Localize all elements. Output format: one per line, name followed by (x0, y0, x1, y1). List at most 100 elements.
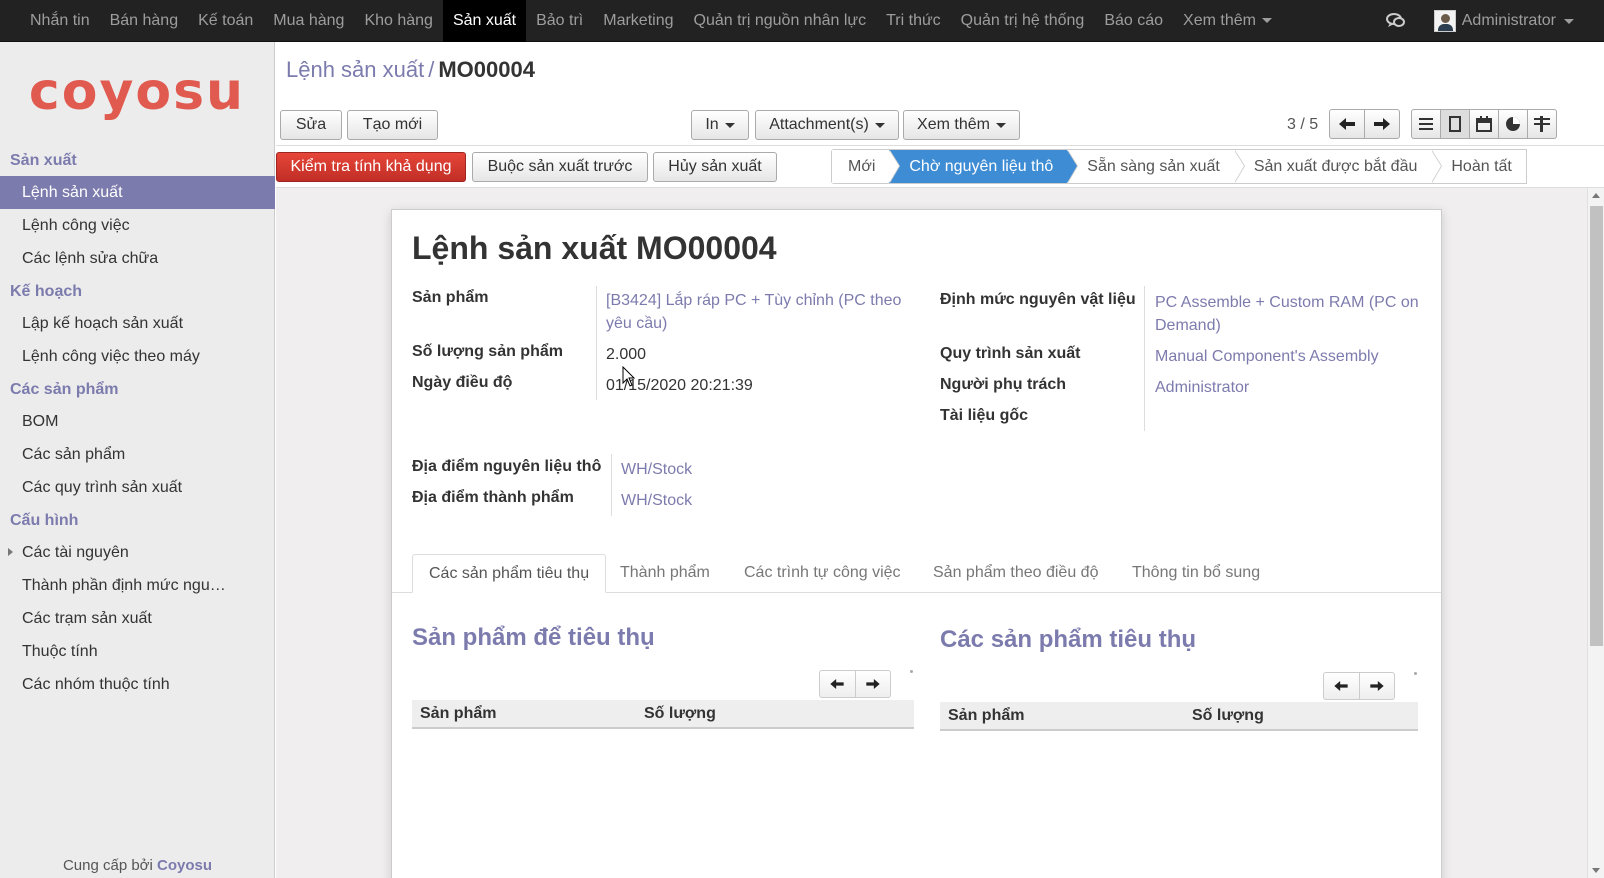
powered-by-brand[interactable]: Coyosu (157, 857, 212, 874)
product-label: Sản phẩm (412, 289, 489, 306)
tab-extra-info[interactable]: Thông tin bổ sung (1116, 554, 1276, 593)
tab-work-orders[interactable]: Các trình tự công việc (728, 554, 917, 593)
logo-text: coyosu (28, 62, 246, 122)
calendar-view-button[interactable] (1469, 109, 1499, 139)
arrow-left-icon (1334, 681, 1348, 691)
tab-scheduled-products[interactable]: Sản phẩm theo điều độ (917, 554, 1114, 593)
menu-reports[interactable]: Báo cáo (1094, 0, 1173, 42)
sidebar-item-attributes[interactable]: Thuộc tính (0, 635, 275, 668)
stage-waiting-materials[interactable]: Chờ nguyên liệu thô (889, 150, 1079, 183)
menu-accounting[interactable]: Kế toán (188, 0, 263, 42)
divider (1144, 286, 1145, 431)
sidebar-item-resources[interactable]: Các tài nguyên (0, 536, 275, 569)
tab-finished-products[interactable]: Thành phẩm (604, 554, 726, 593)
responsible-field[interactable]: Administrator (1155, 376, 1249, 399)
sidebar-item-work-orders[interactable]: Lệnh công việc (0, 209, 275, 242)
pager-next-button[interactable] (1364, 109, 1400, 139)
attachments-dropdown[interactable]: Attachment(s) (755, 110, 899, 140)
sidebar-item-planning[interactable]: Lập kế hoạch sản xuất (0, 307, 275, 340)
chevron-down-icon (724, 122, 735, 128)
form-icon (1449, 116, 1461, 132)
arrow-left-icon (1339, 118, 1355, 130)
stage-new[interactable]: Mới (832, 150, 901, 183)
top-navbar: Nhắn tin Bán hàng Kế toán Mua hàng Kho h… (0, 0, 1604, 42)
sidebar-item-bom-lines[interactable]: Thành phần định mức ngu… (0, 569, 275, 602)
sidebar-item-bom[interactable]: BOM (0, 405, 275, 438)
menu-sales[interactable]: Bán hàng (100, 0, 189, 42)
divider (611, 454, 612, 516)
user-name: Administrator (1461, 12, 1556, 29)
scroll-up-icon[interactable] (1592, 193, 1600, 198)
gantt-view-button[interactable] (1527, 109, 1557, 139)
menu-maintenance[interactable]: Bảo trì (526, 0, 593, 42)
menu-purchase[interactable]: Mua hàng (263, 0, 354, 42)
divider (596, 286, 597, 400)
column-header-product[interactable]: Sản phẩm (412, 700, 636, 727)
logo[interactable]: coyosu (0, 42, 274, 142)
print-dropdown[interactable]: In (691, 110, 749, 140)
menu-messaging[interactable]: Nhắn tin (20, 0, 100, 42)
pager-next-button[interactable] (854, 671, 891, 697)
edit-button[interactable]: Sửa (280, 110, 342, 140)
column-header-product[interactable]: Sản phẩm (940, 702, 1184, 729)
scrollbar-thumb[interactable] (1590, 206, 1603, 646)
page-title: Lệnh sản xuất MO00004 (412, 230, 777, 266)
sidebar-item-attribute-groups[interactable]: Các nhóm thuộc tính (0, 668, 275, 701)
stage-in-progress[interactable]: Sản xuất được bắt đầu (1233, 150, 1442, 183)
list-view-button[interactable] (1411, 109, 1441, 139)
pager-next-button[interactable] (1358, 673, 1395, 699)
pager-value[interactable]: 3 / 5 (1287, 116, 1318, 134)
column-header-quantity[interactable]: Số lượng (1184, 702, 1418, 729)
sidebar-item-routings[interactable]: Các quy trình sản xuất (0, 471, 275, 504)
source-location-field[interactable]: WH/Stock (621, 458, 692, 481)
menu-more[interactable]: Xem thêm (1173, 0, 1282, 42)
menu-knowledge[interactable]: Tri thức (876, 0, 951, 42)
stage-done[interactable]: Hoàn tất (1431, 150, 1526, 183)
force-produce-button[interactable]: Buộc sản xuất trước (472, 152, 648, 182)
avatar (1433, 10, 1456, 32)
menu-manufacturing[interactable]: Sản xuất (442, 0, 527, 42)
destination-location-field[interactable]: WH/Stock (621, 489, 692, 512)
menu-inventory[interactable]: Kho hàng (354, 0, 443, 42)
breadcrumb-current: MO00004 (438, 57, 535, 82)
sidebar-item-products[interactable]: Các sản phẩm (0, 438, 275, 471)
quantity-label: Số lượng sản phẩm (412, 343, 563, 360)
quantity-field[interactable]: 2.000 (606, 343, 646, 366)
notebook-tabs: Các sản phẩm tiêu thụ Thành phẩm Các trì… (392, 554, 1441, 593)
arrow-right-icon (866, 679, 880, 689)
check-availability-button[interactable]: Kiểm tra tính khả dụng (276, 152, 466, 182)
menu-hr[interactable]: Quản trị nguồn nhân lực (684, 0, 877, 42)
user-menu[interactable]: Administrator (1433, 10, 1604, 32)
more-dropdown[interactable]: Xem thêm (903, 110, 1020, 140)
chevron-down-icon (874, 122, 885, 128)
tab-consumed-products[interactable]: Các sản phẩm tiêu thụ (412, 554, 607, 593)
to-consume-title: Sản phẩm để tiêu thụ (412, 624, 655, 651)
column-header-quantity[interactable]: Số lượng (636, 700, 914, 727)
breadcrumb-separator: / (428, 57, 435, 82)
sidebar-item-work-orders-by-machine[interactable]: Lệnh công việc theo máy (0, 340, 275, 373)
scrollbar[interactable] (1587, 188, 1604, 878)
scroll-down-icon[interactable] (1592, 868, 1600, 873)
chat-icon[interactable] (1385, 13, 1406, 29)
consumed-table-header: Sản phẩm Số lượng (940, 702, 1418, 731)
chevron-down-icon (1564, 18, 1574, 24)
sidebar-item-manufacturing-orders[interactable]: Lệnh sản xuất (0, 176, 275, 209)
topbar-right: Administrator (1385, 0, 1604, 42)
breadcrumb-parent[interactable]: Lệnh sản xuất (286, 57, 424, 82)
form-sheet: Lệnh sản xuất MO00004 Sản phẩm [B3424] L… (391, 209, 1442, 878)
menu-settings[interactable]: Quản trị hệ thống (951, 0, 1095, 42)
pager-previous-button[interactable] (1329, 109, 1365, 139)
pivot-view-button[interactable] (1498, 109, 1528, 139)
stage-ready[interactable]: Sẵn sàng sản xuất (1067, 150, 1245, 183)
pager-previous-button[interactable] (1324, 673, 1359, 699)
sidebar-item-repair-orders[interactable]: Các lệnh sửa chữa (0, 242, 275, 275)
create-button[interactable]: Tạo mới (347, 110, 438, 140)
bom-field[interactable]: PC Assemble + Custom RAM (PC on Demand) (1155, 291, 1430, 337)
sidebar-item-workcenters[interactable]: Các trạm sản xuất (0, 602, 275, 635)
product-field[interactable]: [B3424] Lắp ráp PC + Tùy chỉnh (PC theo … (606, 289, 916, 335)
routing-field[interactable]: Manual Component's Assembly (1155, 345, 1379, 368)
menu-marketing[interactable]: Marketing (593, 0, 683, 42)
form-view-button[interactable] (1440, 109, 1470, 139)
pager-previous-button[interactable] (820, 671, 855, 697)
cancel-production-button[interactable]: Hủy sản xuất (653, 152, 777, 182)
